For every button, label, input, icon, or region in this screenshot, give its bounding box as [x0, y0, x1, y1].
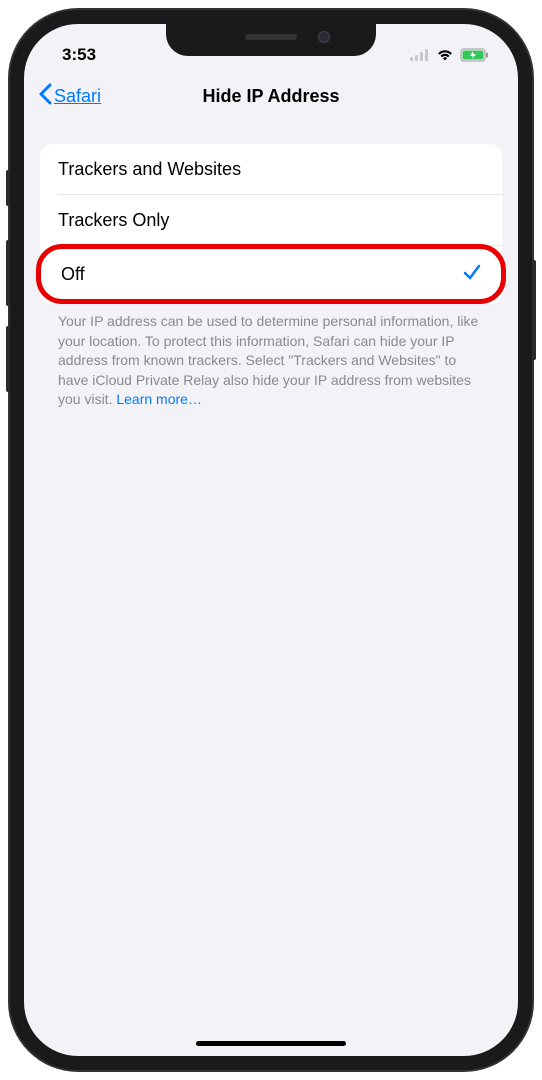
checkmark-icon: [463, 261, 481, 287]
phone-screen: 3:53: [24, 24, 518, 1056]
status-indicators: [410, 48, 490, 62]
speaker: [245, 34, 297, 40]
status-time: 3:53: [62, 45, 96, 65]
option-off[interactable]: Off: [36, 244, 506, 304]
learn-more-link[interactable]: Learn more…: [116, 391, 202, 407]
options-list: Trackers and Websites Trackers Only Off: [40, 144, 502, 304]
silence-switch: [6, 170, 10, 206]
option-label: Off: [61, 264, 85, 285]
home-indicator[interactable]: [196, 1041, 346, 1046]
back-button[interactable]: Safari: [38, 83, 101, 110]
power-button: [532, 260, 536, 360]
footer-description: Your IP address can be used to determine…: [40, 302, 502, 410]
back-label: Safari: [54, 86, 101, 107]
page-title: Hide IP Address: [202, 86, 339, 107]
cellular-icon: [410, 49, 430, 61]
volume-down-button: [6, 326, 10, 392]
option-label: Trackers Only: [58, 210, 169, 231]
content-area: Trackers and Websites Trackers Only Off: [24, 122, 518, 410]
option-trackers-only[interactable]: Trackers Only: [40, 195, 502, 245]
option-label: Trackers and Websites: [58, 159, 241, 180]
option-trackers-and-websites[interactable]: Trackers and Websites: [40, 144, 502, 194]
wifi-icon: [436, 49, 454, 62]
navigation-bar: Safari Hide IP Address: [24, 72, 518, 122]
battery-charging-icon: [460, 48, 490, 62]
volume-up-button: [6, 240, 10, 306]
front-camera: [318, 31, 330, 43]
phone-frame: 3:53: [10, 10, 532, 1070]
chevron-left-icon: [38, 83, 52, 110]
notch: [166, 24, 376, 56]
